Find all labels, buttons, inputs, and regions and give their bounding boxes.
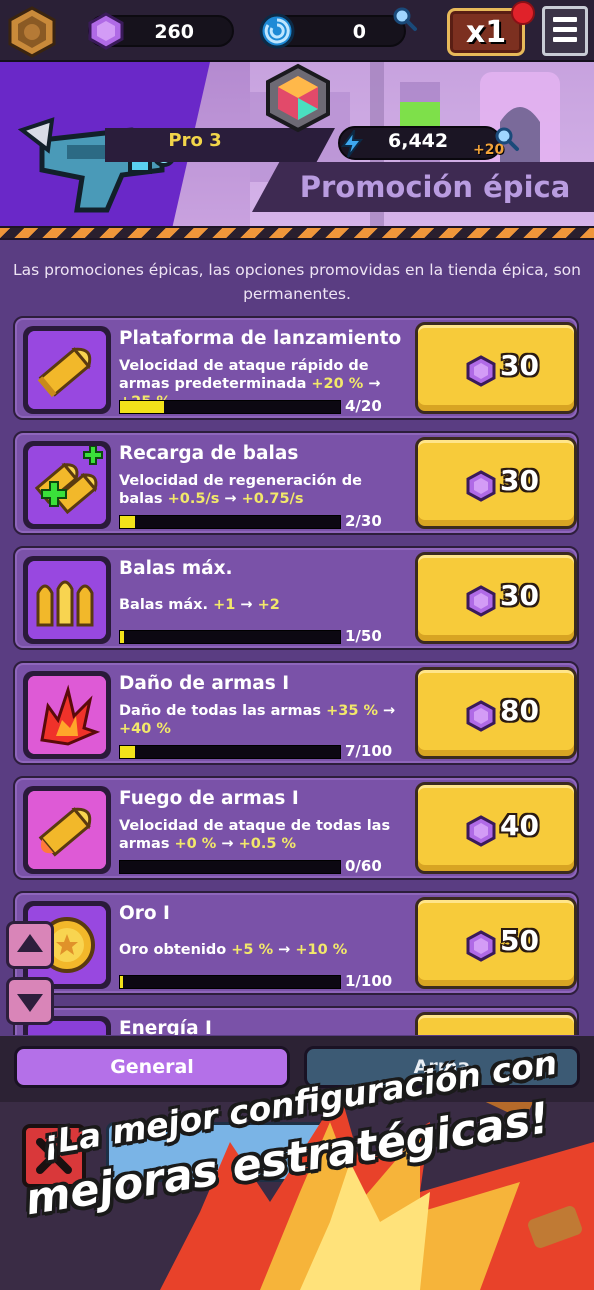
notice-text: Las promociones épicas, las opciones pro… [13,261,581,303]
bullets-icon [28,561,106,639]
upgrade-row: Fuego de armas I Velocidad de ataque de … [13,776,579,880]
upgrade-row: Oro I Oro obtenido +5 % → +10 % 1/100 50 [13,891,579,995]
upgrade-name: Plataforma de lanzamiento [119,328,402,349]
cost-value: 40 [500,809,539,842]
progress-text: 7/100 [345,742,393,760]
progress-bar [119,400,341,414]
epic-crystal-icon [266,63,330,133]
energy-value: 6,442 [388,130,449,152]
menu-icon[interactable] [542,6,588,56]
gem-icon [466,700,496,732]
upgrade-name: Energía I [119,1018,212,1035]
speed-label: x1 [465,15,507,50]
upgrade-desc: Oro obtenido +5 % → +10 % [119,942,348,958]
tab-general[interactable]: General [14,1046,290,1088]
cost-value: 30 [500,349,539,382]
progress-text: 4/20 [345,397,382,415]
buy-button[interactable]: 80 [415,667,577,759]
cost-value: 30 [500,464,539,497]
progress-text: 0/60 [345,857,382,875]
gem-icon [88,12,124,50]
cost-value: 80 [500,694,539,727]
bullet-icon [28,331,106,409]
search-icon[interactable] [392,6,418,32]
upgrade-row: Daño de armas I Daño de todas las armas … [13,661,579,765]
buy-button[interactable] [415,1012,577,1035]
hazard-stripe [0,226,594,240]
upgrade-list: Plataforma de lanzamiento Velocidad de a… [0,313,594,1035]
bullet-reload-icon [28,446,106,524]
cost-value: 50 [500,924,539,957]
progress-text: 1/50 [345,627,382,645]
gem-icon [466,930,496,962]
upgrade-name: Oro I [119,903,170,924]
scroll-up-button[interactable] [6,921,54,969]
upgrade-name: Daño de armas I [119,673,290,694]
energy-search-icon[interactable] [494,126,520,152]
fire-bullet-icon [28,791,106,869]
orbs-value: 0 [352,21,366,43]
upgrade-name: Recarga de balas [119,443,299,464]
buy-button[interactable]: 30 [415,552,577,644]
notification-dot [511,1,535,25]
profile-badge-icon[interactable] [6,6,58,58]
progress-bar [119,860,341,874]
upgrade-row: Energía I [13,1006,579,1035]
arrow-down-icon [17,994,43,1012]
cost-value: 30 [500,579,539,612]
progress-bar [119,630,341,644]
buy-button[interactable]: 30 [415,322,577,414]
progress-text: 1/100 [345,972,393,990]
lightning-icon [341,130,364,158]
arrow-up-icon [17,934,43,952]
upgrade-name: Fuego de armas I [119,788,299,809]
upgrade-name: Balas máx. [119,558,233,579]
explosion-icon [28,676,106,754]
buy-button[interactable]: 30 [415,437,577,529]
gem-icon [466,815,496,847]
swirl-orb-icon [259,13,295,49]
upgrade-row: Recarga de balas Velocidad de regeneraci… [13,431,579,535]
upgrade-row: Balas máx. Balas máx. +1 → +2 1/50 30 [13,546,579,650]
buy-button[interactable]: 50 [415,897,577,989]
gem-icon [466,470,496,502]
scroll-down-button[interactable] [6,977,54,1025]
gem-icon [466,585,496,617]
page-title: Promoción épica [299,170,571,204]
top-bar: 260 0 x1 [0,0,594,62]
gems-value: 260 [154,21,194,43]
upgrade-desc: Daño de todas las armas +35 % → +40 % [119,703,396,737]
progress-text: 2/30 [345,512,382,530]
upgrade-desc: Velocidad de ataque de todas las armas +… [119,818,391,852]
progress-bar [119,745,341,759]
progress-bar [119,975,341,989]
progress-bar [119,515,341,529]
upgrade-row: Plataforma de lanzamiento Velocidad de a… [13,316,579,420]
upgrade-desc: Balas máx. +1 → +2 [119,597,280,613]
gem-icon [466,355,496,387]
upgrade-desc: Velocidad de regeneración de balas +0.5/… [119,473,363,507]
buy-button[interactable]: 40 [415,782,577,874]
